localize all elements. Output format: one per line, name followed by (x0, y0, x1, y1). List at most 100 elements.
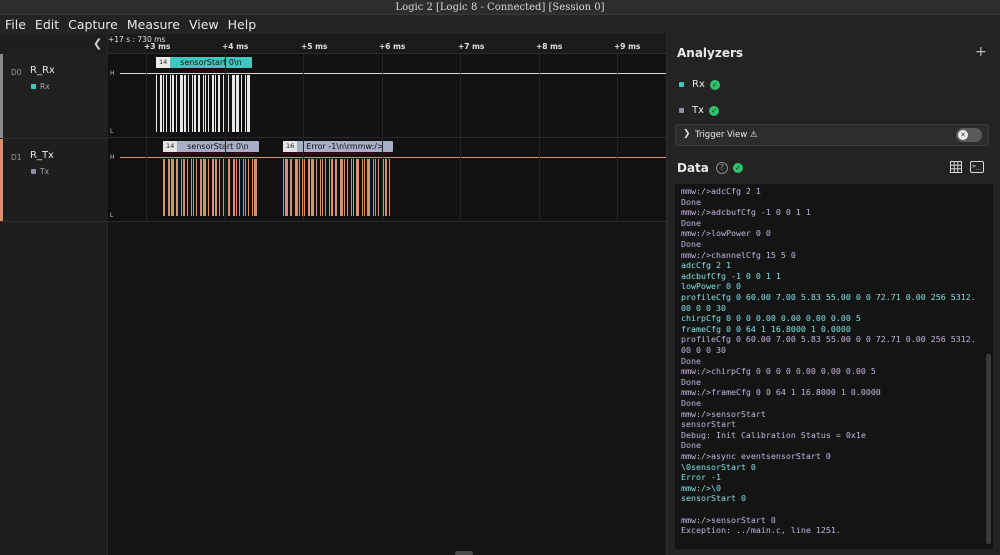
waveform-pulse (239, 159, 241, 216)
terminal-line: Debug: Init Calibration Status = 0x1e (681, 429, 866, 440)
waveform-pulse (203, 75, 204, 132)
channel-index: D1 (11, 153, 22, 162)
terminal-line: mmw:/>adcCfg 2 1 (681, 186, 761, 196)
grid-line (146, 54, 147, 222)
waveform-pulse (356, 159, 360, 216)
menu-file[interactable]: File (5, 17, 26, 32)
waveform-pulse (298, 159, 300, 216)
menu-measure[interactable]: Measure (127, 17, 180, 32)
waveform-pulse (182, 159, 186, 216)
channel-name[interactable]: R_Rx (30, 65, 55, 76)
tx-protocol-frame[interactable]: 14 sensorStart 0\n (163, 141, 259, 152)
frame-count: 14 (156, 57, 171, 68)
waveform-pulse (232, 75, 235, 132)
time-ruler[interactable]: +17 s : 730 ms +3 ms +4 ms +5 ms +6 ms +… (108, 34, 666, 54)
waveform-pulse (170, 159, 174, 216)
horizontal-scroll-handle[interactable] (455, 551, 473, 555)
tx-lane[interactable]: H L 14 sensorStart 0\n 16 Error -1\n\rmm… (108, 138, 666, 222)
terminal-line: mmw:/>async eventsensorStart 0 (681, 451, 831, 461)
plus-icon[interactable]: + (975, 44, 987, 60)
grid-icon[interactable] (950, 161, 962, 173)
waveform-pulse (375, 159, 377, 216)
chevron-right-icon[interactable]: ❯ (683, 129, 691, 139)
menu-edit[interactable]: Edit (35, 17, 59, 32)
waveform-pulse (160, 75, 162, 132)
terminal-line: profileCfg 0 60.00 7.00 5.83 55.00 0 0 7… (681, 292, 976, 302)
waveform-view[interactable]: +17 s : 730 ms +3 ms +4 ms +5 ms +6 ms +… (108, 34, 666, 555)
analyzers-panel: Analyzers + Rx ✓ Tx ✓ ❯ Trigger View ⚠ ✕… (666, 34, 1000, 555)
waveform-pulse (205, 75, 206, 132)
waveform-pulse (248, 159, 250, 216)
time-tick: +7 ms (458, 42, 485, 51)
waveform-pulse (194, 75, 196, 132)
time-tick: +5 ms (301, 42, 328, 51)
menu-view[interactable]: View (189, 17, 219, 32)
analyzer-item-tx[interactable]: Tx ✓ (679, 105, 720, 116)
menu-capture[interactable]: Capture (68, 17, 118, 32)
waveform-pulse (307, 159, 310, 216)
menu-bar: File Edit Capture Measure View Help (0, 15, 1000, 34)
time-tick: +6 ms (379, 42, 406, 51)
trigger-view-row[interactable]: ❯ Trigger View ⚠ ✕ (675, 124, 989, 146)
low-level-label: L (110, 128, 114, 135)
window-title: Logic 2 [Logic 8 - Connected] [Session 0… (0, 0, 1000, 15)
grid-line (617, 54, 618, 222)
waveform-pulse (245, 75, 246, 132)
waveform-pulse (163, 159, 165, 216)
waveform-pulse (212, 75, 214, 132)
waveform-pulse (319, 159, 321, 216)
terminal-output[interactable]: mmw:/>adcCfg 2 1 Done mmw:/>adcbufCfg -1 0… (675, 184, 993, 549)
terminal-scrollbar[interactable] (986, 354, 991, 544)
waveform-pulse (208, 75, 209, 132)
terminal-line: mmw:/>channelCfg 15 5 0 (681, 249, 796, 260)
tx-protocol-frame[interactable]: 16 Error -1\n\rmmw:/> (283, 141, 393, 152)
terminal-line: Done (681, 376, 701, 387)
rx-lane[interactable]: H L 14 sensorStart 0\n (108, 54, 666, 138)
channel-row-rx[interactable]: D0 R_Rx Rx (0, 54, 108, 138)
waveform-pulse (367, 159, 371, 216)
waveform-pulse (175, 159, 178, 216)
check-icon: ✓ (709, 105, 720, 116)
rx-protocol-frame[interactable]: 14 sensorStart 0\n (156, 57, 252, 68)
waveform-pulse (228, 75, 229, 132)
waveform-pulse (334, 159, 338, 216)
terminal-line: mmw:/>frameCfg 0 0 64 1 16.8000 1 0.0000 (681, 387, 881, 398)
channel-name[interactable]: R_Tx (30, 150, 54, 161)
terminal-line: mmw:/>sensorStart (681, 408, 766, 419)
close-icon: ✕ (958, 130, 968, 140)
grid-line (303, 54, 304, 222)
channel-row-tx[interactable]: D1 R_Tx Tx (0, 138, 108, 222)
low-level-label: L (110, 212, 114, 219)
trigger-view-toggle[interactable]: ✕ (956, 128, 982, 142)
waveform-pulse (364, 159, 366, 216)
warning-icon: ⚠ (749, 130, 758, 140)
waveform-pulse (236, 75, 239, 132)
data-header: Data ? ✓ (677, 161, 743, 175)
help-icon[interactable]: ? (715, 162, 728, 174)
waveform-pulse (223, 75, 224, 132)
waveform-pulse (218, 75, 220, 132)
waveform-pulse (176, 75, 177, 132)
analyzer-item-rx[interactable]: Rx ✓ (679, 79, 720, 90)
waveform-pulse (236, 159, 238, 216)
rx-color-swatch (31, 84, 36, 89)
terminal-line: adcbufCfg -1 0 0 1 1 (681, 270, 781, 281)
waveform-pulse (218, 159, 220, 216)
terminal-line: Error -1 (681, 472, 721, 483)
collapse-panel-icon[interactable]: ❮ (93, 37, 102, 50)
terminal-line: \0sensorStart 0 (681, 461, 756, 472)
time-tick: +4 ms (222, 42, 249, 51)
check-icon: ✓ (709, 79, 720, 90)
high-level-label: H (110, 70, 115, 77)
frame-text: sensorStart 0\n (187, 142, 249, 151)
terminal-icon[interactable]: >_ (970, 161, 984, 173)
menu-help[interactable]: Help (228, 17, 257, 32)
waveform-pulse (378, 159, 380, 216)
waveform-pulse (170, 75, 171, 132)
waveform-pulse (191, 159, 193, 216)
tx-waveform (283, 159, 393, 216)
time-tick: +9 ms (614, 42, 641, 51)
analyzer-name: Tx (692, 105, 705, 116)
terminal-line: mmw:/>chirpCfg 0 0 0 0 0.00 0.00 0.00 5 (681, 366, 876, 377)
waveform-pulse (203, 159, 206, 216)
